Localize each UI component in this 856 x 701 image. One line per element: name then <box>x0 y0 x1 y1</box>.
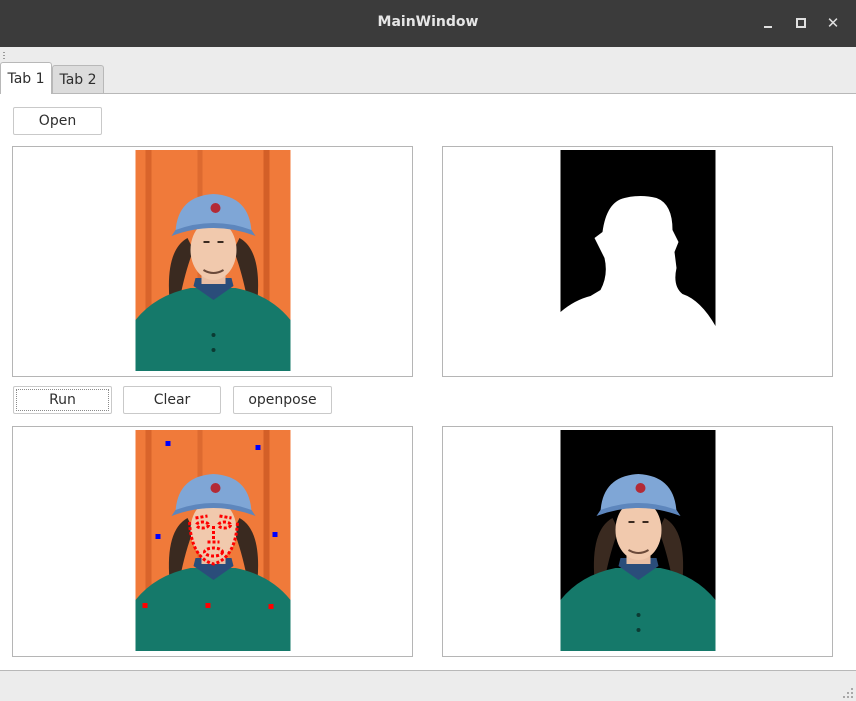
mask-image-view <box>442 146 833 377</box>
tab-1[interactable]: Tab 1 <box>0 62 52 94</box>
original-portrait-image <box>135 150 290 371</box>
close-icon: ✕ <box>826 13 840 32</box>
status-bar <box>0 676 856 701</box>
keypoints-image <box>135 430 290 651</box>
minimize-button[interactable] <box>756 12 780 34</box>
original-image-view <box>12 146 413 377</box>
toolbar-grip[interactable] <box>3 52 7 60</box>
run-button[interactable]: Run <box>13 386 112 414</box>
maximize-button[interactable] <box>789 12 813 34</box>
openpose-button-label: openpose <box>248 392 317 408</box>
close-button[interactable]: ✕ <box>821 12 845 34</box>
window-title: MainWindow <box>377 14 479 30</box>
cutout-image <box>560 430 715 651</box>
open-button[interactable]: Open <box>13 107 102 135</box>
size-grip[interactable] <box>843 688 853 698</box>
openpose-button[interactable]: openpose <box>233 386 332 414</box>
cutout-image-view <box>442 426 833 657</box>
mask-image <box>560 150 715 371</box>
open-button-label: Open <box>38 113 77 129</box>
maximize-icon <box>796 18 806 28</box>
run-button-label: Run <box>49 392 76 408</box>
tab-2[interactable]: Tab 2 <box>52 65 104 93</box>
keypoints-image-view <box>12 426 413 657</box>
tab-1-label: Tab 1 <box>7 70 45 87</box>
tab-2-label: Tab 2 <box>59 71 97 88</box>
clear-button[interactable]: Clear <box>123 386 221 414</box>
clear-button-label: Clear <box>153 392 191 408</box>
tab-panel: Open Run Clear openpose <box>0 93 856 671</box>
title-bar: MainWindow ✕ <box>0 0 856 47</box>
minimize-icon <box>764 26 772 28</box>
